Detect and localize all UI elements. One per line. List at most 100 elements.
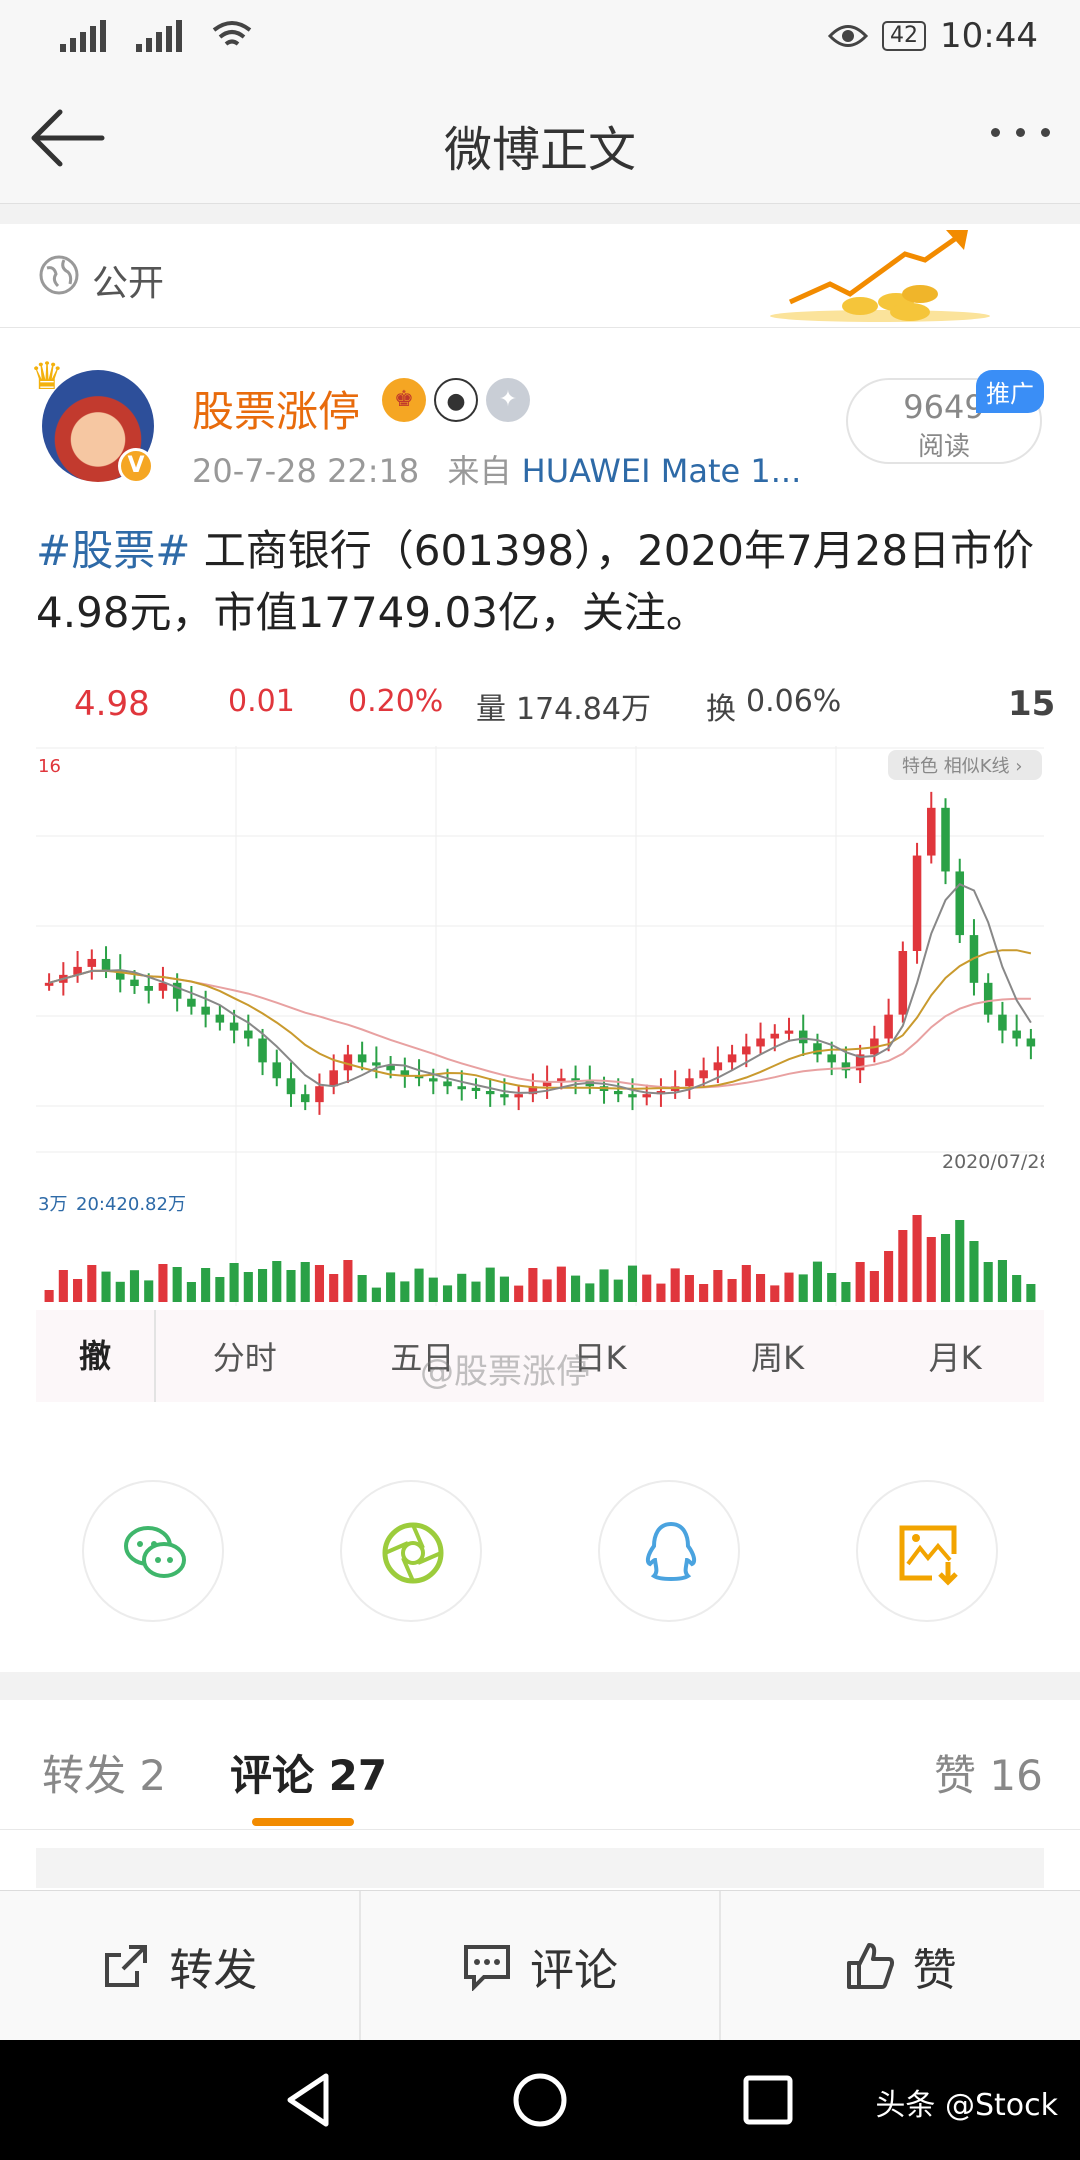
volume-bar (784, 1272, 794, 1302)
share-row (0, 1480, 1080, 1622)
candle-body (130, 979, 139, 986)
volume-bar (87, 1265, 97, 1302)
volume-bar (556, 1266, 566, 1302)
candle-body (215, 1014, 225, 1023)
volume-bar (684, 1275, 694, 1302)
more-options-icon[interactable] (991, 128, 1050, 137)
like-label: 赞 (912, 1944, 957, 1996)
similar-k-badge-text: 特色 相似K线 › (902, 756, 1022, 777)
candle-body (927, 807, 936, 856)
post-source[interactable]: HUAWEI Mate 1... (522, 452, 802, 490)
candle-body (272, 1062, 282, 1079)
candle-body (44, 982, 54, 986)
candle-body (1012, 1030, 1021, 1039)
hashtag-link[interactable]: #股票# (36, 526, 190, 575)
active-tab-indicator (252, 1818, 354, 1826)
comment-button[interactable]: 评论 (361, 1891, 722, 2040)
volume-bar (371, 1287, 381, 1302)
battery-indicator: 42 (882, 21, 927, 51)
y-tick-label: 16 (38, 756, 61, 777)
candlestick-chart[interactable]: 16 特色 相似K线 › 2020/07/28 3万 20:420.82万 (36, 746, 1044, 1306)
signal-group (60, 20, 252, 52)
read-label: 阅读 (917, 432, 970, 462)
volume-bar (300, 1262, 310, 1302)
volume-ma-label: 20:420.82万 (76, 1194, 186, 1215)
candle-body (258, 1038, 267, 1063)
eye-icon (828, 25, 869, 47)
candle-body (514, 1094, 523, 1098)
repost-button[interactable]: 转发 (0, 1891, 361, 2040)
candle-body (827, 1054, 836, 1063)
volume-bar (201, 1268, 211, 1302)
volume-bar (585, 1283, 595, 1302)
volume-bar (400, 1281, 410, 1302)
quote-turnover: 0.06% (746, 684, 842, 719)
volume-bar (101, 1271, 111, 1302)
post-meta: 20-7-28 22:18 来自 HUAWEI Mate 1... (192, 446, 801, 492)
candle-body (898, 951, 908, 1015)
volume-bar (499, 1276, 509, 1302)
volume-bar (855, 1262, 865, 1302)
volume-bar (243, 1272, 253, 1302)
volume-bar (58, 1270, 68, 1302)
comment-preview (36, 1848, 1044, 1888)
volume-bar (514, 1285, 524, 1302)
volume-bar (599, 1269, 609, 1302)
volume-bar (158, 1264, 168, 1302)
volume-bar (428, 1277, 438, 1302)
volume-bar (571, 1275, 581, 1302)
divider (0, 204, 1080, 224)
volume-bar (755, 1274, 766, 1302)
thumbs-up-icon (846, 1942, 894, 1989)
divider (0, 1672, 1080, 1700)
volume-bar (613, 1279, 623, 1302)
volume-bar (186, 1282, 196, 1302)
volume-bar (542, 1279, 552, 1302)
stock-quote-row: 4.98 0.01 0.20% 量 174.84万 换 0.06% 15 (0, 672, 1080, 744)
candle-body (998, 1014, 1007, 1031)
candle-body (443, 1081, 452, 1087)
tab-comments[interactable]: 评论 27 (230, 1742, 387, 1803)
panda-badge-icon: ● (434, 378, 478, 422)
volume-bar (926, 1237, 936, 1302)
candle-body (357, 1054, 367, 1063)
candle-body (642, 1094, 651, 1098)
repost-label: 转发 (169, 1944, 258, 1996)
share-qq-button[interactable] (598, 1480, 740, 1622)
share-moments-button[interactable] (340, 1480, 482, 1622)
candle-body (500, 1094, 509, 1098)
share-wechat-button[interactable] (82, 1480, 224, 1622)
like-button[interactable]: 赞 (721, 1891, 1080, 2040)
volume-bar (727, 1279, 737, 1302)
candle-body (101, 958, 111, 971)
rising-coins-decoration (770, 230, 990, 322)
crown-icon: ♛ (30, 354, 65, 398)
promote-tag[interactable]: 推广 (976, 370, 1044, 413)
volume-bar (115, 1281, 125, 1302)
visibility-bar: 公开 (0, 224, 1080, 328)
quote-change: 0.01 (228, 684, 295, 719)
candle-body (329, 1070, 338, 1087)
tab-likes[interactable]: 赞 16 (934, 1742, 1043, 1803)
candle-body (685, 1078, 694, 1087)
volume-bar (215, 1277, 225, 1302)
volume-bar (969, 1241, 979, 1302)
quote-change-pct: 0.20% (348, 684, 444, 719)
volume-bar (343, 1260, 353, 1302)
tab-cancel[interactable]: 撤 (36, 1310, 156, 1402)
nav-back-triangle-icon[interactable] (276, 2068, 340, 2132)
tab-intraday[interactable]: 分时 (156, 1333, 334, 1379)
quote-edge: 15 (1008, 684, 1056, 724)
author-name[interactable]: 股票涨停 (192, 378, 360, 439)
save-image-button[interactable] (856, 1480, 998, 1622)
nav-recents-square-icon[interactable] (736, 2068, 800, 2132)
tab-weekly-k[interactable]: 周K (689, 1333, 867, 1379)
status-bar: 42 10:44 (0, 0, 1080, 72)
bottom-action-bar: 转发 评论 赞 (0, 1890, 1080, 2040)
candle-body (457, 1086, 467, 1090)
comment-label: 评论 (530, 1944, 618, 1996)
verified-badge-icon: V (118, 448, 154, 484)
tab-reposts[interactable]: 转发 2 (42, 1742, 166, 1803)
nav-home-circle-icon[interactable] (508, 2068, 572, 2132)
tab-monthly-k[interactable]: 月K (866, 1333, 1044, 1379)
